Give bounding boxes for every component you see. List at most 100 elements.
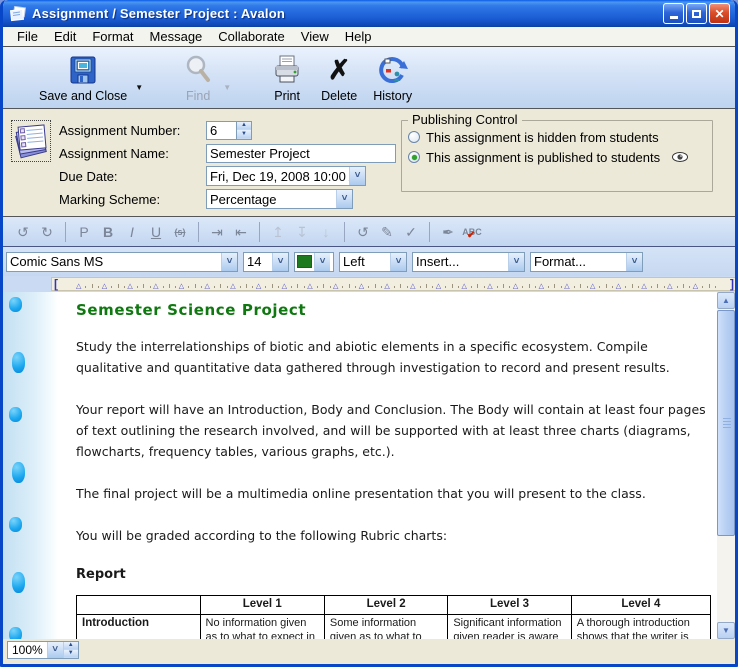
ruler-left-margin-marker[interactable]: [ <box>54 277 58 291</box>
ruler-tab-marker[interactable]: △ <box>487 283 492 290</box>
spellcheck-icon[interactable]: ABC✔ <box>460 221 484 243</box>
title-bar[interactable]: Assignment / Semester Project : Avalon ✕ <box>3 0 735 27</box>
menu-item-file[interactable]: File <box>9 28 46 45</box>
delete-button[interactable]: ✗ Delete <box>315 51 363 103</box>
menu-item-view[interactable]: View <box>293 28 337 45</box>
print-button[interactable]: Print <box>265 51 309 103</box>
menu-item-help[interactable]: Help <box>337 28 380 45</box>
save-options-arrow[interactable]: ▼ <box>135 83 143 92</box>
space-after-icon[interactable]: ↧ <box>290 221 314 243</box>
save-and-close-button[interactable]: Save and Close <box>33 51 133 103</box>
ruler-tab-marker[interactable]: △ <box>127 283 132 290</box>
assignment-number-input[interactable] <box>206 121 237 140</box>
assignment-name-input[interactable] <box>206 144 396 163</box>
find-options-arrow[interactable]: ▼ <box>223 83 231 92</box>
ruler-tab-marker[interactable]: △ <box>641 283 646 290</box>
document-area: Semester Science Project Study the inter… <box>3 292 735 639</box>
find-button[interactable]: Find <box>175 51 221 103</box>
menu-item-format[interactable]: Format <box>84 28 141 45</box>
ruler-tab-marker[interactable]: △ <box>359 283 364 290</box>
publishing-option-1[interactable]: This assignment is published to students <box>408 147 706 167</box>
ruler-tick <box>124 286 125 288</box>
ruler-tab-marker[interactable]: △ <box>307 283 312 290</box>
maximize-button[interactable] <box>686 3 707 24</box>
indent-increase-icon[interactable]: ⇥ <box>205 221 229 243</box>
approve-icon[interactable]: ✓ <box>399 221 423 243</box>
ruler-tab-marker[interactable]: △ <box>256 283 261 290</box>
ruler-tick <box>445 286 446 288</box>
undo-icon[interactable]: ↺ <box>11 221 35 243</box>
space-before-icon[interactable]: ↥ <box>266 221 290 243</box>
signature-icon[interactable]: ✒ <box>436 221 460 243</box>
menu-item-collaborate[interactable]: Collaborate <box>210 28 293 45</box>
indent-decrease-icon[interactable]: ⇤ <box>229 221 253 243</box>
ruler-tab-marker[interactable]: △ <box>333 283 338 290</box>
radio-selected-icon[interactable] <box>408 151 420 163</box>
italic-icon[interactable]: I <box>120 221 144 243</box>
ruler-tab-marker[interactable]: △ <box>616 283 621 290</box>
ruler-tab-marker[interactable]: △ <box>153 283 158 290</box>
scrollbar-thumb[interactable] <box>717 310 735 536</box>
due-date-dropdown[interactable]: Fri, Dec 19, 2008 10:00 AM ˅ <box>206 166 366 186</box>
ruler-tab-marker[interactable]: △ <box>590 283 595 290</box>
publishing-option-0[interactable]: This assignment is hidden from students <box>408 127 706 147</box>
bold-icon[interactable]: B <box>96 221 120 243</box>
assignment-number-stepper[interactable]: ▲▼ <box>206 121 252 140</box>
close-button[interactable]: ✕ <box>709 3 730 24</box>
ruler-tick <box>715 286 716 288</box>
revert-icon[interactable]: ↺ <box>351 221 375 243</box>
zoom-control[interactable]: 100% ˅ ▲▼ <box>7 641 79 659</box>
font-color-select[interactable]: ˅ <box>294 252 334 272</box>
ruler-right-margin-marker[interactable]: ] <box>730 277 734 291</box>
menu-item-message[interactable]: Message <box>142 28 211 45</box>
x-icon: ✗ <box>328 52 351 88</box>
ruler-tab-marker[interactable]: △ <box>76 283 81 290</box>
window-title: Assignment / Semester Project : Avalon <box>32 6 663 21</box>
minimize-button[interactable] <box>663 3 684 24</box>
line-spacing-icon[interactable]: ↓ <box>314 221 338 243</box>
binding-dot <box>12 352 25 373</box>
ruler[interactable]: [] △ △ △ △ △ △ △ △ △ △ △ △ △ △ △ △ △ △ △ △ △ △ △ △ △ <box>51 277 737 291</box>
ruler-tab-marker[interactable]: △ <box>282 283 287 290</box>
vertical-scrollbar[interactable]: ▲ ▼ <box>717 292 735 639</box>
quote-icon[interactable]: ✎ <box>375 221 399 243</box>
ruler-tick <box>92 284 93 288</box>
radio-icon[interactable] <box>408 131 420 143</box>
ruler-tab-marker[interactable]: △ <box>410 283 415 290</box>
menu-item-edit[interactable]: Edit <box>46 28 84 45</box>
scroll-up-icon[interactable]: ▲ <box>717 292 735 309</box>
font-family-value: Comic Sans MS <box>7 254 221 269</box>
marking-scheme-dropdown[interactable]: Percentage ˅ <box>206 189 353 209</box>
insert-select[interactable]: Insert... ˅ <box>412 252 525 272</box>
ruler-tab-marker[interactable]: △ <box>230 283 235 290</box>
ruler-tick <box>535 286 536 288</box>
ruler-tab-marker[interactable]: △ <box>564 283 569 290</box>
plain-style-icon[interactable]: P <box>72 221 96 243</box>
format-select[interactable]: Format... ˅ <box>530 252 643 272</box>
ruler-tab-marker[interactable]: △ <box>179 283 184 290</box>
history-button[interactable]: History <box>367 51 418 103</box>
zoom-spinner[interactable]: ▲▼ <box>63 642 78 658</box>
history-label: History <box>373 89 412 103</box>
ruler-tab-marker[interactable]: △ <box>539 283 544 290</box>
alignment-select[interactable]: Left ˅ <box>339 252 407 272</box>
binding-dot <box>12 572 25 593</box>
ruler-tab-marker[interactable]: △ <box>384 283 389 290</box>
scroll-down-icon[interactable]: ▼ <box>717 622 735 639</box>
document-editor[interactable]: Semester Science Project Study the inter… <box>58 292 717 639</box>
due-date-value: Fri, Dec 19, 2008 10:00 AM <box>207 169 349 184</box>
strikethrough-icon[interactable]: (s) <box>168 221 192 243</box>
font-family-select[interactable]: Comic Sans MS ˅ <box>6 252 238 272</box>
font-size-select[interactable]: 14 ˅ <box>243 252 289 272</box>
redo-icon[interactable]: ↻ <box>35 221 59 243</box>
ruler-tab-marker[interactable]: △ <box>667 283 672 290</box>
ruler-tick <box>355 286 356 288</box>
ruler-tab-marker[interactable]: △ <box>102 283 107 290</box>
underline-icon[interactable]: U <box>144 221 168 243</box>
ruler-tab-marker[interactable]: △ <box>205 283 210 290</box>
ruler-tab-marker[interactable]: △ <box>693 283 698 290</box>
spinner-arrows[interactable]: ▲▼ <box>237 121 252 140</box>
ruler-tab-marker[interactable]: △ <box>462 283 467 290</box>
ruler-tab-marker[interactable]: △ <box>436 283 441 290</box>
ruler-tab-marker[interactable]: △ <box>513 283 518 290</box>
